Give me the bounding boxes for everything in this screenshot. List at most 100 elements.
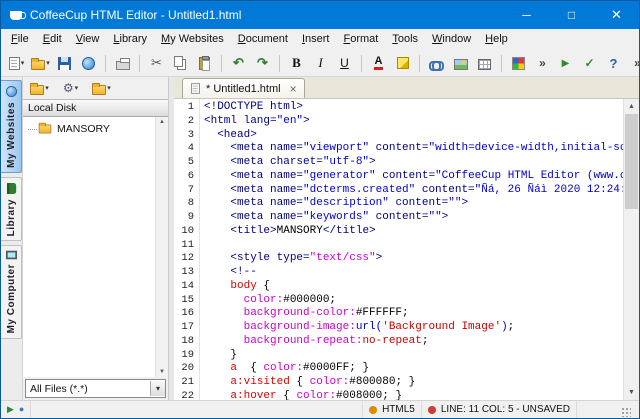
print-button[interactable]: [111, 52, 134, 75]
toolbar-overflow-chevron[interactable]: »: [531, 52, 554, 75]
file-panel-toolbar: ▾ ⚙▾ ▾: [23, 77, 168, 99]
sidebar-tab-library[interactable]: Library: [1, 177, 22, 241]
font-color-button[interactable]: A: [367, 52, 390, 75]
preview-button[interactable]: ▶: [554, 52, 577, 75]
editor: * Untitled1.html × 123456789101112131415…: [174, 77, 639, 400]
sidebar-tab-my-websites[interactable]: My Websites: [1, 80, 22, 173]
maximize-button[interactable]: □: [549, 1, 594, 29]
sidebar-tab-label: My Computer: [6, 264, 17, 333]
sidebar-tab-label: My Websites: [6, 102, 17, 168]
menu-tools[interactable]: Tools: [385, 29, 425, 50]
line-number: 15: [174, 294, 199, 308]
menu-insert[interactable]: Insert: [295, 29, 337, 50]
vertical-scrollbar[interactable]: ▲ ▼: [623, 99, 639, 400]
line-number: 4: [174, 142, 199, 156]
menu-window[interactable]: Window: [425, 29, 478, 50]
undo-button[interactable]: ↶: [227, 52, 250, 75]
doctype-segment: HTML5: [363, 401, 422, 418]
file-tree-list[interactable]: MANSORY: [23, 117, 155, 377]
resize-grip[interactable]: [621, 407, 631, 417]
line-number: 14: [174, 280, 199, 294]
toolbar: ▾▾✂↶↷BIUA» ▶✓?»: [1, 50, 639, 77]
cut-icon: ✂: [151, 55, 162, 71]
line-number: 20: [174, 362, 199, 376]
tree-scrollbar[interactable]: ▲ ▼: [155, 117, 168, 377]
open-button[interactable]: ▾: [29, 52, 52, 75]
code-area: 12345678910111213141516171819202122 <!DO…: [174, 99, 639, 400]
code-line: <meta name="keywords" content="">: [204, 211, 623, 225]
status-icons-segment: ▶●: [1, 401, 31, 418]
italic-button[interactable]: I: [309, 52, 332, 75]
code-line: background-repeat:no-repeat;: [204, 335, 623, 349]
page-icon: [9, 57, 20, 70]
copy-button[interactable]: [169, 52, 192, 75]
sidebar-tab-my-computer[interactable]: My Computer: [1, 245, 22, 338]
color-palette-button[interactable]: [507, 52, 530, 75]
redo-button[interactable]: ↷: [251, 52, 274, 75]
menu-document[interactable]: Document: [231, 29, 295, 50]
window-title: CoffeeCup HTML Editor - Untitled1.html: [30, 8, 504, 22]
view-options-button[interactable]: ▾: [90, 77, 113, 100]
right-overflow-chevron[interactable]: »: [626, 52, 640, 75]
close-button[interactable]: ✕: [594, 1, 639, 29]
save-button[interactable]: [53, 52, 76, 75]
menu-library[interactable]: Library: [106, 29, 154, 50]
code-line: a:visited { color:#800080; }: [204, 376, 623, 390]
line-number: 3: [174, 129, 199, 143]
editor-tab-bar: * Untitled1.html ×: [174, 77, 639, 99]
caret-segment: LINE: 11 COL: 5 - UNSAVED: [422, 401, 577, 418]
caret-position-label: LINE: 11 COL: 5 - UNSAVED: [441, 404, 570, 415]
code-lines[interactable]: <!DOCTYPE html><html lang="en"> <head> <…: [200, 99, 623, 400]
scroll-up-icon[interactable]: ▲: [624, 99, 639, 114]
toolbar-separator: [419, 55, 420, 72]
scroll-down-icon[interactable]: ▼: [159, 369, 165, 375]
undo-icon: ↶: [233, 55, 244, 71]
book-icon: [6, 183, 15, 194]
editor-tab[interactable]: * Untitled1.html ×: [182, 78, 305, 98]
location-bar[interactable]: Local Disk: [23, 99, 168, 117]
scrollbar-track[interactable]: [624, 114, 639, 385]
scroll-up-icon[interactable]: ▲: [159, 119, 165, 125]
insert-image-button[interactable]: [449, 52, 472, 75]
tab-close-icon[interactable]: ×: [290, 82, 297, 96]
validate-button[interactable]: ✓: [578, 52, 601, 75]
printer-icon: [116, 61, 130, 70]
code-line: <html lang="en">: [204, 115, 623, 129]
scroll-down-icon[interactable]: ▼: [624, 385, 639, 400]
toolbar-separator: [501, 55, 502, 72]
insert-link-button[interactable]: [425, 52, 448, 75]
bold-button[interactable]: B: [285, 52, 308, 75]
play-icon: ▶: [562, 58, 570, 69]
new-document-button[interactable]: ▾: [5, 52, 28, 75]
toolbar-separator: [279, 55, 280, 72]
line-number: 21: [174, 376, 199, 390]
new-folder-button[interactable]: ▾: [28, 77, 51, 100]
menu-my-websites[interactable]: My Websites: [154, 29, 231, 50]
cut-button[interactable]: ✂: [145, 52, 168, 75]
file-filter-select[interactable]: All Files (*.*) ▾: [25, 379, 166, 398]
globe-icon: [5, 86, 16, 97]
code-line: background-color:#FFFFFF;: [204, 307, 623, 321]
menu-file[interactable]: File: [4, 29, 36, 50]
bold-icon: B: [292, 55, 301, 71]
scrollbar-thumb[interactable]: [625, 114, 638, 209]
folder-options-button[interactable]: ⚙▾: [59, 77, 82, 100]
highlight-button[interactable]: [391, 52, 414, 75]
tree-item-mansory[interactable]: MANSORY: [23, 121, 155, 137]
paste-button[interactable]: [193, 52, 216, 75]
help-button[interactable]: ?: [602, 52, 625, 75]
menu-view[interactable]: View: [69, 29, 107, 50]
insert-table-button[interactable]: [473, 52, 496, 75]
minimize-button[interactable]: ─: [504, 1, 549, 29]
filter-dropdown-icon[interactable]: ▾: [150, 381, 165, 396]
menu-edit[interactable]: Edit: [36, 29, 69, 50]
toolbar-separator: [105, 55, 106, 72]
line-number: 19: [174, 349, 199, 363]
menu-format[interactable]: Format: [336, 29, 385, 50]
underline-button[interactable]: U: [333, 52, 356, 75]
image-icon: [454, 59, 468, 70]
line-number: 10: [174, 225, 199, 239]
publish-button[interactable]: [77, 52, 100, 75]
menu-help[interactable]: Help: [478, 29, 515, 50]
line-number: 5: [174, 156, 199, 170]
